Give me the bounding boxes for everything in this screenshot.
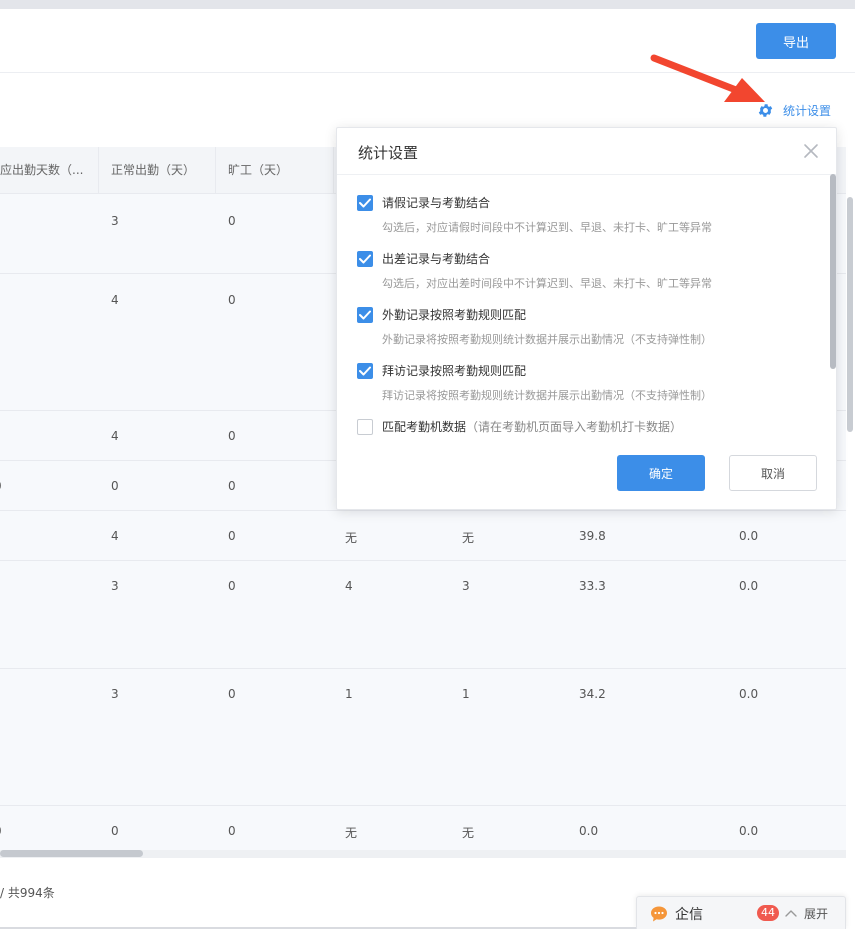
column-header-normal-days: 正常出勤（天） <box>99 147 216 194</box>
table-row[interactable]: - 4 0 无 无 39.8 0.0 <box>0 511 846 561</box>
option-description: 外勤记录将按照考勤规则统计数据并展示出勤情况（不支持弹性制） <box>382 333 712 346</box>
table-cell: 0.0 <box>739 579 759 593</box>
dialog-header: 统计设置 <box>337 128 836 175</box>
table-cell: 无 <box>345 531 358 545</box>
option-label: 出差记录与考勤结合 <box>382 252 491 266</box>
table-cell: 0.0 <box>579 824 599 838</box>
expand-button[interactable]: 展开 <box>804 905 828 922</box>
table-cell: 0 <box>0 479 2 493</box>
option-label: 请假记录与考勤结合 <box>382 196 491 210</box>
table-cell: 0 <box>228 429 236 443</box>
table-cell: 0 <box>111 479 119 493</box>
chevron-up-icon <box>785 910 797 917</box>
pagination-total: / 共994条 <box>0 886 55 900</box>
qixin-chat-bar[interactable]: 企信 44 展开 <box>636 896 846 929</box>
table-row[interactable]: - 3 0 4 3 33.3 0.0 <box>0 561 846 669</box>
option-label: 拜访记录按照考勤规则匹配 <box>382 364 527 378</box>
check-icon <box>359 198 371 208</box>
table-cell: 1 <box>345 687 353 701</box>
table-cell: 无 <box>345 826 358 840</box>
table-cell: 0 <box>228 824 236 838</box>
option-description: 勾选后，对应出差时间段中不计算迟到、早退、未打卡、旷工等异常 <box>382 277 712 290</box>
checkbox-checked[interactable] <box>357 251 373 267</box>
table-cell: 34.2 <box>579 687 606 701</box>
table-cell: 4 <box>111 293 119 307</box>
table-cell: 3 <box>111 687 119 701</box>
table-cell: 39.8 <box>579 529 606 543</box>
option-label-group: 匹配考勤机数据（请在考勤机页面导入考勤机打卡数据） <box>382 418 682 435</box>
dialog-scroll-thumb[interactable] <box>830 174 836 369</box>
checkbox-checked[interactable] <box>357 363 373 379</box>
check-icon <box>359 366 371 376</box>
table-cell: 0 <box>228 479 236 493</box>
option-label: 匹配考勤机数据 <box>382 420 467 434</box>
table-cell: 0 <box>228 214 236 228</box>
dialog-title: 统计设置 <box>358 144 419 162</box>
qixin-label: 企信 <box>675 907 703 923</box>
column-header-required-days: 应出勤天数（... <box>0 147 99 194</box>
option-description: 拜访记录将按照考勤规则统计数据并展示出勤情况（不支持弹性制） <box>382 389 712 402</box>
table-cell: 0 <box>228 529 236 543</box>
top-strip <box>0 0 855 9</box>
table-cell: 4 <box>111 429 119 443</box>
chat-bubble-icon <box>651 906 667 922</box>
table-vertical-scroll-thumb[interactable] <box>847 197 853 432</box>
checkbox-checked[interactable] <box>357 195 373 211</box>
cancel-button[interactable]: 取消 <box>729 455 817 491</box>
table-cell: 无 <box>462 531 475 545</box>
table-cell: 33.3 <box>579 579 606 593</box>
table-cell: 0 <box>228 687 236 701</box>
table-cell: 0.0 <box>739 824 759 838</box>
check-icon <box>359 254 371 264</box>
table-cell: 0 <box>228 293 236 307</box>
confirm-button[interactable]: 确定 <box>617 455 705 491</box>
table-row[interactable]: - 3 0 1 1 34.2 0.0 <box>0 669 846 806</box>
close-icon[interactable] <box>801 141 821 161</box>
dialog-body: 请假记录与考勤结合 勾选后，对应请假时间段中不计算迟到、早退、未打卡、旷工等异常… <box>337 175 827 435</box>
table-cell: 0 <box>111 824 119 838</box>
table-cell: 无 <box>462 826 475 840</box>
column-header-absent-days: 旷工（天） <box>216 147 334 194</box>
option-hint: （请在考勤机页面导入考勤机打卡数据） <box>466 420 683 434</box>
table-cell: 4 <box>345 579 353 593</box>
table-cell: 3 <box>111 214 119 228</box>
table-cell: 0 <box>228 579 236 593</box>
unread-count-badge: 44 <box>757 905 779 921</box>
annotation-arrow-icon <box>650 54 765 102</box>
table-cell: 4 <box>111 529 119 543</box>
table-cell: 3 <box>462 579 470 593</box>
table-horizontal-scroll-thumb[interactable] <box>0 850 143 857</box>
table-cell: 1 <box>462 687 470 701</box>
checkbox-unchecked[interactable] <box>357 419 373 435</box>
checkbox-checked[interactable] <box>357 307 373 323</box>
check-icon <box>359 310 371 320</box>
table-cell: 0.0 <box>739 529 759 543</box>
option-label: 外勤记录按照考勤规则匹配 <box>382 308 527 322</box>
stats-settings-dialog: 统计设置 请假记录与考勤结合 勾选后，对应请假时间段中不计算迟到、早退、未打卡、… <box>336 127 837 510</box>
table-cell: 3 <box>111 579 119 593</box>
option-description: 勾选后，对应请假时间段中不计算迟到、早退、未打卡、旷工等异常 <box>382 221 712 234</box>
table-cell: 0.0 <box>739 687 759 701</box>
table-cell: 0 <box>0 824 2 838</box>
stats-settings-label: 统计设置 <box>783 103 832 118</box>
